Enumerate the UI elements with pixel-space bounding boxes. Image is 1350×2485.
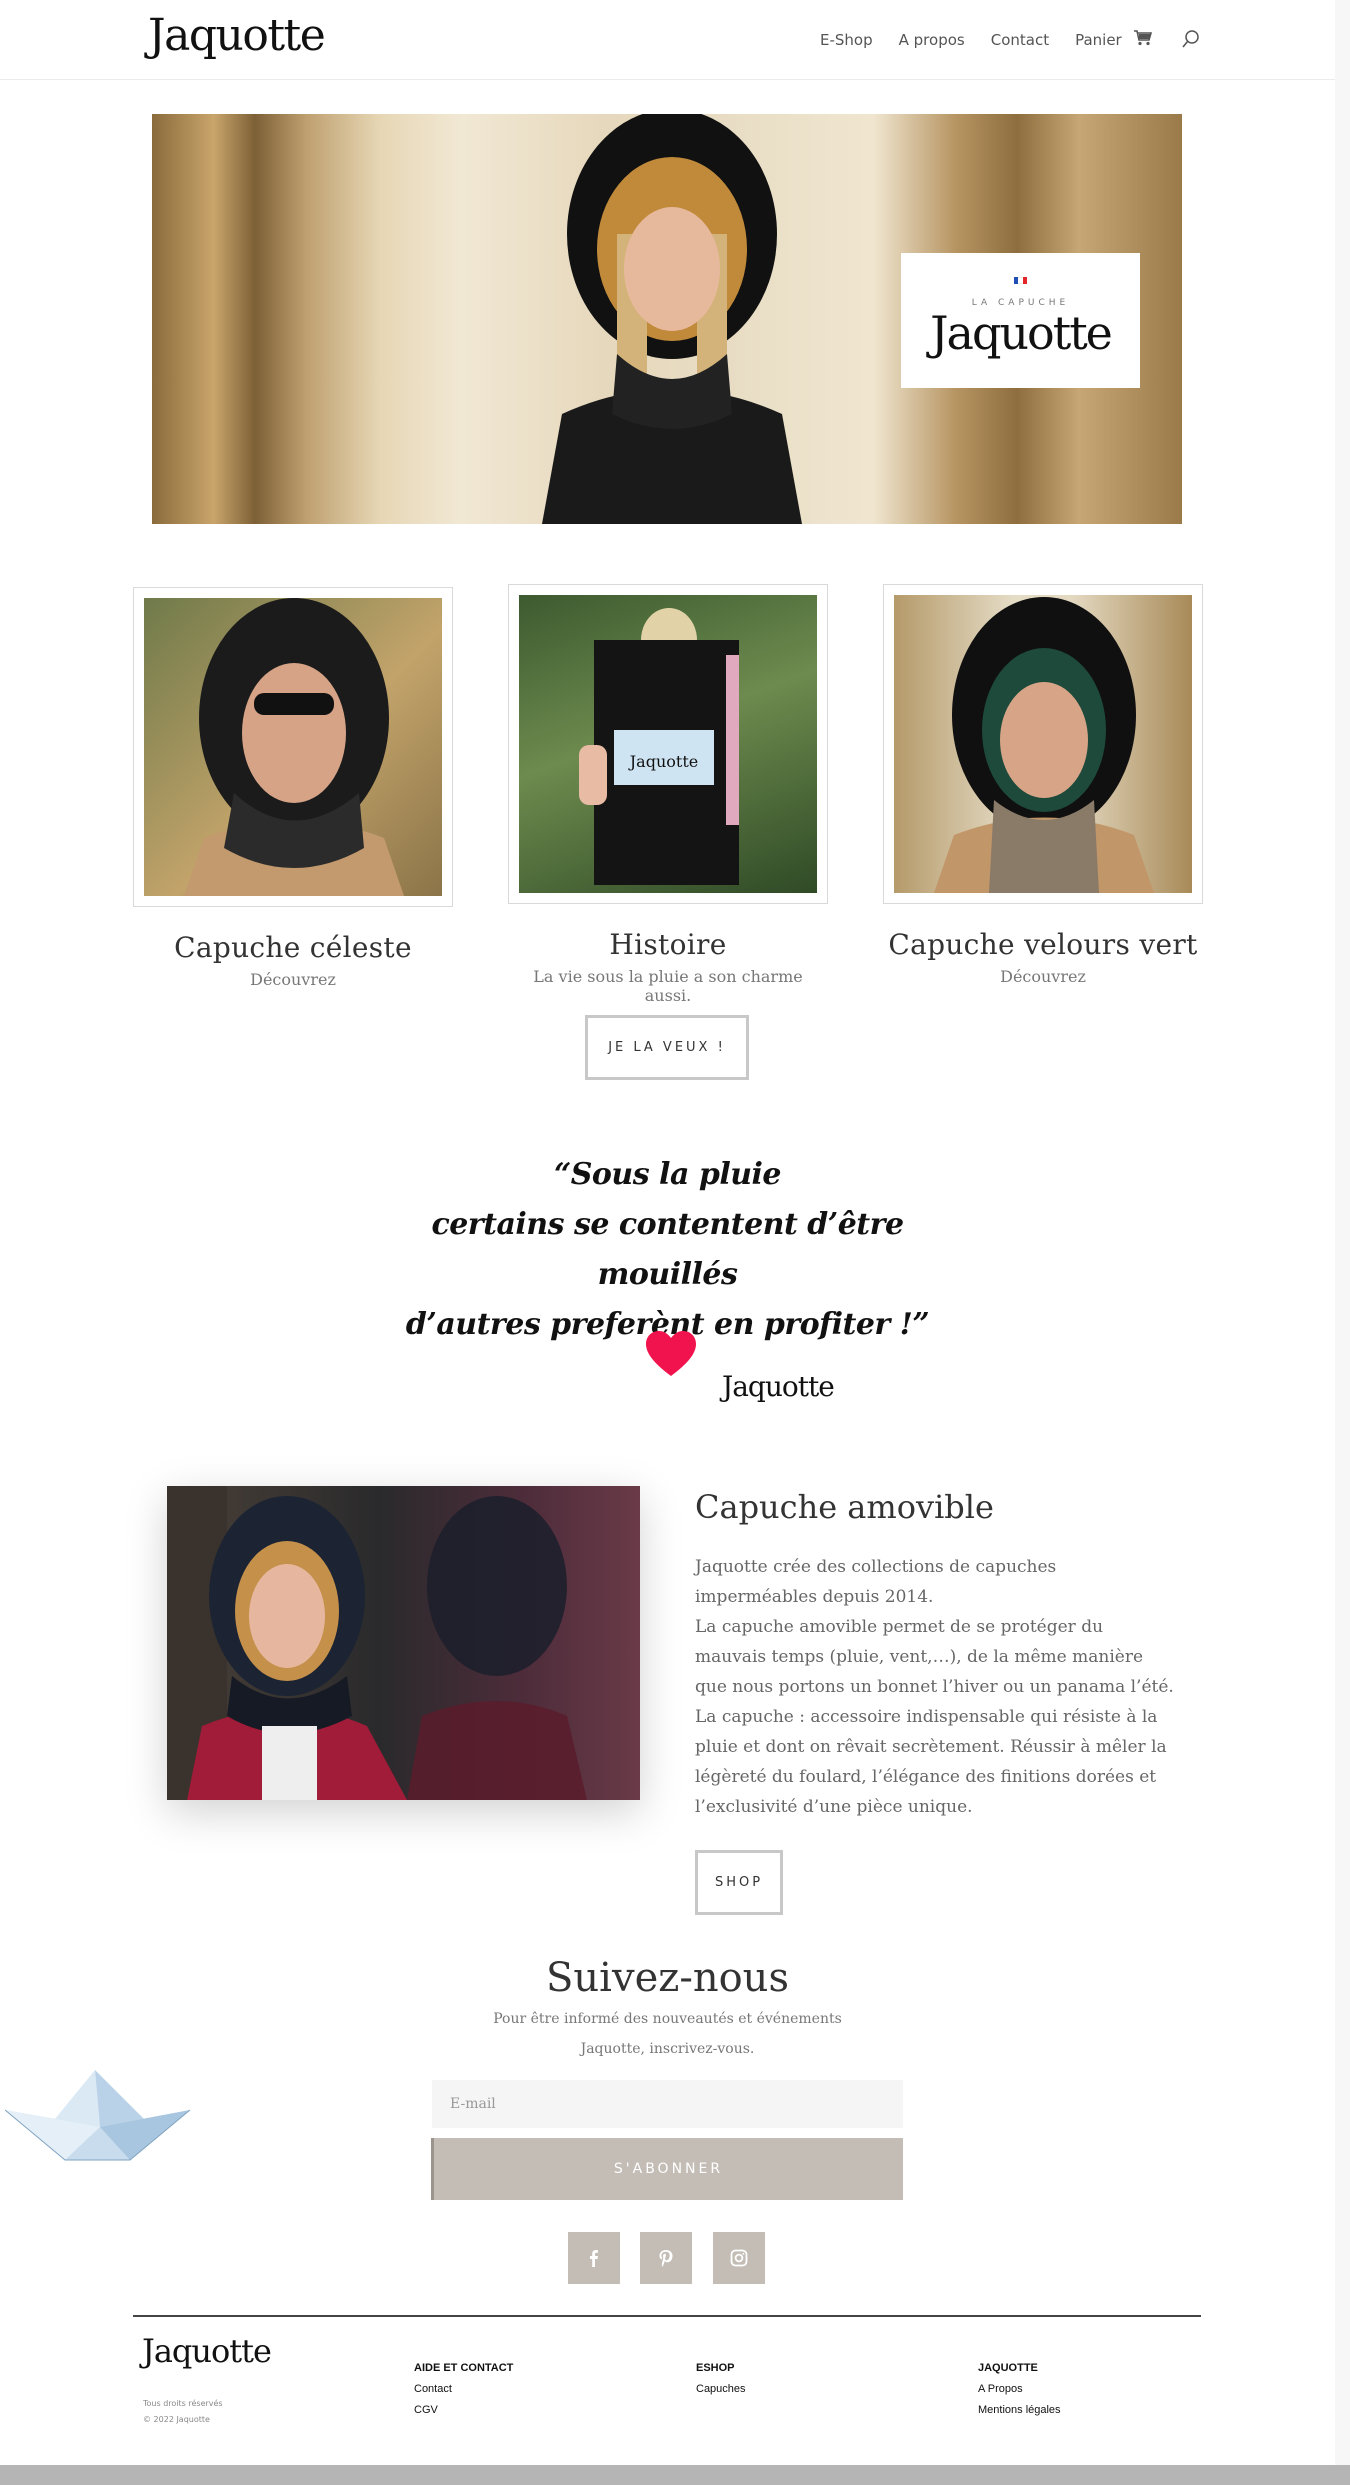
amovible-photo <box>167 1486 640 1800</box>
nav-contact[interactable]: Contact <box>991 31 1049 49</box>
instagram-icon <box>730 2249 748 2267</box>
amovible-paragraph-2: La capuche amovible permet de se protége… <box>695 1617 1174 1817</box>
page-scrollbar[interactable] <box>1335 0 1350 2465</box>
facebook-icon <box>590 2250 598 2267</box>
cart-icon[interactable] <box>1134 30 1152 46</box>
product-card-velours[interactable]: Capuche velours vert Découvrez <box>883 584 1203 986</box>
card-photo-velours[interactable] <box>894 595 1192 893</box>
follow-title: Suivez-nous <box>546 1955 789 2001</box>
hero-photo <box>542 114 802 524</box>
je-la-veux-button[interactable]: JE LA VEUX ! <box>585 1015 749 1080</box>
footer-logo[interactable]: Jaquotte <box>142 2332 272 2370</box>
paper-boat-illustration <box>5 2070 190 2161</box>
footer-column-jaquotte: JAQUOTTE A Propos Mentions légales <box>978 2358 1061 2421</box>
quote-block: “Sous la pluie certains se contentent d’… <box>400 1150 935 1350</box>
footer-divider <box>133 2315 1201 2317</box>
card-frame: Jaquotte <box>508 584 828 904</box>
email-field[interactable] <box>432 2080 903 2128</box>
footer-column-eshop: ESHOP Capuches <box>696 2358 746 2400</box>
footer-link-cgv[interactable]: CGV <box>414 2400 513 2421</box>
footer-link-apropos[interactable]: A Propos <box>978 2379 1061 2400</box>
site-logo[interactable]: Jaquotte <box>148 10 326 61</box>
amovible-title: Capuche amovible <box>695 1488 994 1526</box>
card-photo-histoire[interactable]: Jaquotte <box>519 595 817 893</box>
main-nav: E-Shop A propos Contact Panier <box>820 28 1122 52</box>
card-subtitle[interactable]: Découvrez <box>133 970 453 989</box>
shop-button[interactable]: SHOP <box>695 1850 783 1915</box>
facebook-button[interactable] <box>568 2232 620 2284</box>
nav-apropos[interactable]: A propos <box>899 31 965 49</box>
amovible-description: Jaquotte crée des collections de capuche… <box>695 1552 1175 1822</box>
follow-text: Pour être informé des nouveautés et évén… <box>493 2011 842 2057</box>
site-header: Jaquotte E-Shop A propos Contact Panier <box>0 0 1335 80</box>
footer-heading: ESHOP <box>696 2362 735 2374</box>
instagram-button[interactable] <box>713 2232 765 2284</box>
amovible-paragraph-1: Jaquotte crée des collections de capuche… <box>695 1557 1057 1607</box>
heart-icon <box>646 1331 696 1376</box>
footer-legal: Tous droits réservés © 2022 Jaquotte <box>143 2396 223 2428</box>
card-frame <box>883 584 1203 904</box>
card-subtitle[interactable]: Découvrez <box>883 967 1203 986</box>
hero-brand-badge: LA CAPUCHE Jaquotte <box>901 253 1140 388</box>
quote-line-1: “Sous la pluie <box>553 1157 782 1192</box>
card-title: Histoire <box>609 928 727 961</box>
svg-text:Jaquotte: Jaquotte <box>628 752 698 771</box>
card-title: Capuche céleste <box>174 931 412 964</box>
nav-eshop[interactable]: E-Shop <box>820 31 873 49</box>
footer-link-capuches[interactable]: Capuches <box>696 2379 746 2400</box>
card-frame <box>133 587 453 907</box>
hero-banner: LA CAPUCHE Jaquotte <box>152 114 1182 524</box>
bottom-bar <box>0 2465 1350 2485</box>
footer-heading: AIDE ET CONTACT <box>414 2362 514 2374</box>
pinterest-icon <box>659 2250 673 2267</box>
search-icon[interactable] <box>1182 30 1200 48</box>
pinterest-button[interactable] <box>640 2232 692 2284</box>
subscribe-button[interactable]: S'ABONNER <box>431 2138 903 2200</box>
product-card-celeste[interactable]: Capuche céleste Découvrez <box>133 587 453 989</box>
signature: Jaquotte <box>722 1370 835 1403</box>
footer-column-aide: AIDE ET CONTACT Contact CGV <box>414 2358 513 2421</box>
footer-link-mentions[interactable]: Mentions légales <box>978 2400 1061 2421</box>
footer-copyright: © 2022 Jaquotte <box>143 2415 210 2424</box>
badge-brand: Jaquotte <box>930 306 1113 360</box>
footer-rights: Tous droits réservés <box>143 2399 223 2408</box>
footer-link-contact[interactable]: Contact <box>414 2379 513 2400</box>
card-photo-celeste[interactable] <box>144 598 442 896</box>
nav-panier[interactable]: Panier <box>1075 31 1122 49</box>
product-card-histoire[interactable]: Jaquotte Histoire La vie sous la pluie a… <box>508 584 828 1005</box>
footer-heading: JAQUOTTE <box>978 2362 1038 2374</box>
card-title: Capuche velours vert <box>888 928 1198 961</box>
french-flag-icon <box>1014 277 1027 284</box>
quote-line-2: certains se contentent d’être mouillés <box>431 1207 904 1292</box>
card-subtitle: La vie sous la pluie a son charme aussi. <box>533 967 803 1005</box>
